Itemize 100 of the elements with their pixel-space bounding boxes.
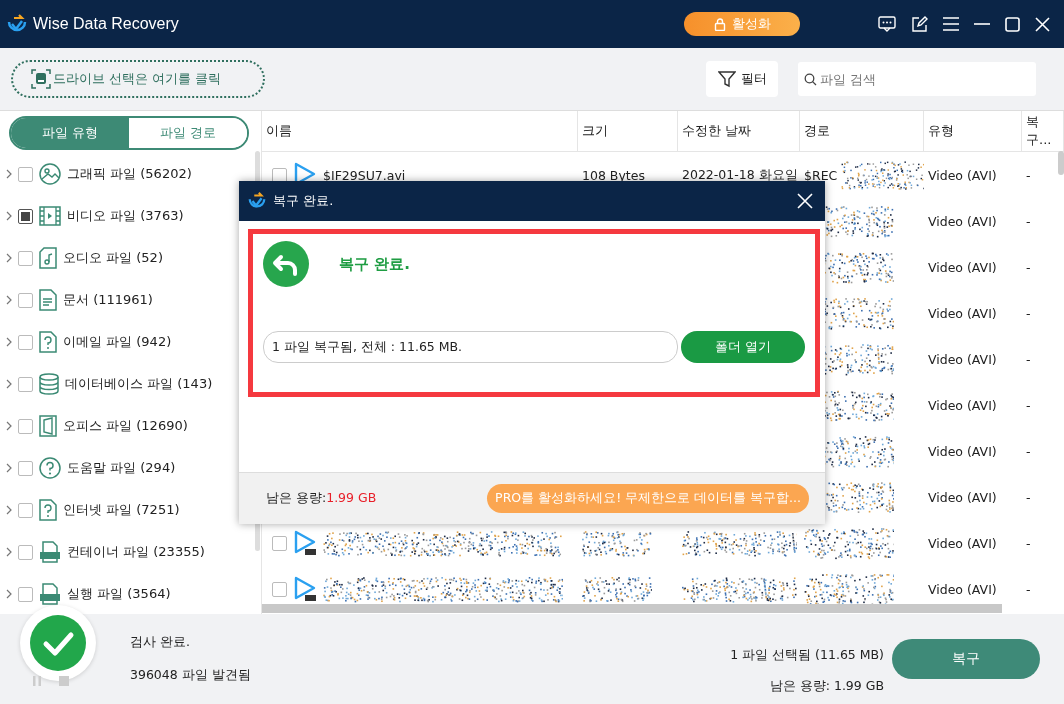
recovery-status: -	[1026, 305, 1031, 321]
expand-icon[interactable]	[6, 169, 12, 179]
office-file-icon	[39, 415, 57, 437]
file-type: Video (AVI)	[928, 489, 997, 505]
logo-icon	[247, 191, 267, 211]
checkbox[interactable]	[18, 544, 33, 560]
scrambled-text-drawing	[582, 528, 652, 558]
expand-icon[interactable]	[6, 547, 12, 557]
checkbox[interactable]	[18, 418, 33, 434]
file-type-label[interactable]: 인터넷 파일 (7251)	[63, 501, 180, 519]
file-type-label[interactable]: 오디오 파일 (52)	[63, 249, 163, 267]
close-icon[interactable]	[797, 193, 813, 209]
file-type: Video (AVI)	[928, 305, 997, 321]
file-type-label[interactable]: 비디오 파일 (3763)	[67, 207, 184, 225]
recover-button[interactable]: 복구	[892, 639, 1040, 679]
file-type: Video (AVI)	[928, 397, 997, 413]
file-type-label[interactable]: 실행 파일 (3564)	[67, 585, 171, 603]
search-icon	[804, 73, 817, 86]
expand-icon[interactable]	[6, 421, 12, 431]
zip-file-icon	[39, 541, 61, 563]
dialog-heading: 복구 완료.	[339, 254, 410, 274]
summary-field: 1 파일 복구됨, 전체 : 11.65 MB.	[263, 331, 678, 363]
file-type-label[interactable]: 그래픽 파일 (56202)	[67, 165, 192, 183]
unknown-file-icon	[39, 499, 57, 521]
file-type-label[interactable]: 데이터베이스 파일 (143)	[65, 375, 213, 393]
maximize-icon[interactable]	[1005, 16, 1020, 32]
filter-button[interactable]: 필터	[706, 61, 778, 97]
file-type: Video (AVI)	[928, 581, 997, 597]
expand-icon[interactable]	[6, 295, 12, 305]
expand-icon[interactable]	[6, 337, 12, 347]
recovery-status: -	[1026, 259, 1031, 275]
checkbox[interactable]	[18, 334, 33, 350]
checkbox[interactable]	[18, 376, 33, 392]
edit-icon[interactable]	[911, 15, 928, 33]
expand-icon[interactable]	[6, 589, 12, 599]
column-header[interactable]: 크기	[578, 111, 678, 151]
unknown-file-icon	[39, 331, 57, 353]
file-type: Video (AVI)	[928, 167, 997, 183]
sidebar-tab[interactable]: 파일 유형	[11, 118, 129, 148]
undo-icon	[263, 241, 309, 287]
expand-icon[interactable]	[6, 463, 12, 473]
recovery-status: -	[1026, 167, 1031, 183]
file-type-label[interactable]: 오피스 파일 (12690)	[63, 417, 188, 435]
checkbox[interactable]	[272, 535, 287, 551]
expand-icon[interactable]	[6, 253, 12, 263]
file-type-label[interactable]: 컨테이너 파일 (23355)	[67, 543, 205, 561]
close-icon[interactable]	[1035, 16, 1050, 32]
recovery-status: -	[1026, 351, 1031, 367]
checkbox[interactable]	[18, 250, 33, 266]
file-size: 108 Bytes	[582, 167, 645, 183]
file-type-label[interactable]: 이메일 파일 (942)	[63, 333, 172, 351]
feedback-icon[interactable]	[878, 16, 896, 32]
film-icon	[39, 206, 61, 226]
help-icon	[39, 457, 61, 479]
menu-icon[interactable]	[943, 17, 959, 31]
column-header[interactable]: 이름	[262, 111, 578, 151]
column-header[interactable]: 수정한 날짜	[678, 111, 800, 151]
checkbox[interactable]	[18, 502, 33, 518]
file-type-label[interactable]: 문서 (111961)	[63, 291, 153, 309]
free-space: 남은 용량: 1.99 GB	[769, 678, 884, 695]
recovery-status: -	[1026, 489, 1031, 505]
file-type: Video (AVI)	[928, 351, 997, 367]
checkbox[interactable]	[18, 292, 33, 308]
window-title: Wise Data Recovery	[33, 15, 179, 33]
filter-icon	[717, 70, 736, 88]
checkbox[interactable]	[18, 460, 33, 476]
program-file-icon	[39, 583, 61, 605]
file-type-label[interactable]: 도움말 파일 (294)	[67, 459, 176, 477]
recovery-status: -	[1026, 535, 1031, 551]
expand-icon[interactable]	[6, 505, 12, 515]
checkbox[interactable]	[18, 166, 33, 182]
file-type: Video (AVI)	[928, 213, 997, 229]
file-type: Video (AVI)	[928, 443, 997, 459]
scrambled-text-drawing	[582, 574, 652, 604]
checkbox[interactable]	[272, 581, 287, 597]
dialog-title: 복구 완료.	[273, 192, 334, 210]
recovery-status: -	[1026, 397, 1031, 413]
file-name: $IF29SU7.avi	[323, 167, 406, 183]
expand-icon[interactable]	[6, 211, 12, 221]
modified-date: 2022-01-18 화요일	[682, 166, 798, 184]
scrollbar[interactable]	[262, 604, 1002, 613]
document-icon	[39, 289, 57, 311]
scan-status: 검사 완료.	[130, 634, 191, 651]
open-folder-button[interactable]: 폴더 열기	[681, 331, 805, 363]
column-header[interactable]: 유형	[924, 111, 1022, 151]
database-icon	[39, 373, 59, 395]
selection-summary: 1 파일 선택됨 (11.65 MB)	[730, 647, 884, 664]
column-header[interactable]: 경로	[800, 111, 924, 151]
expand-icon[interactable]	[6, 379, 12, 389]
scrollbar[interactable]	[1058, 151, 1064, 175]
lock-icon	[713, 17, 726, 31]
column-header[interactable]: 복구...	[1022, 111, 1064, 151]
free-space: 남은 용량:1.99 GB	[266, 490, 377, 507]
drive-select-button[interactable]: 드라이브 선택은 여기를 클릭	[11, 60, 265, 98]
file-type: Video (AVI)	[928, 535, 997, 551]
recovery-status: -	[1026, 213, 1031, 229]
checkbox[interactable]	[18, 586, 33, 602]
checkbox[interactable]	[18, 208, 33, 224]
image-icon	[39, 163, 61, 185]
search-field[interactable]: 파일 검색	[798, 62, 1036, 96]
